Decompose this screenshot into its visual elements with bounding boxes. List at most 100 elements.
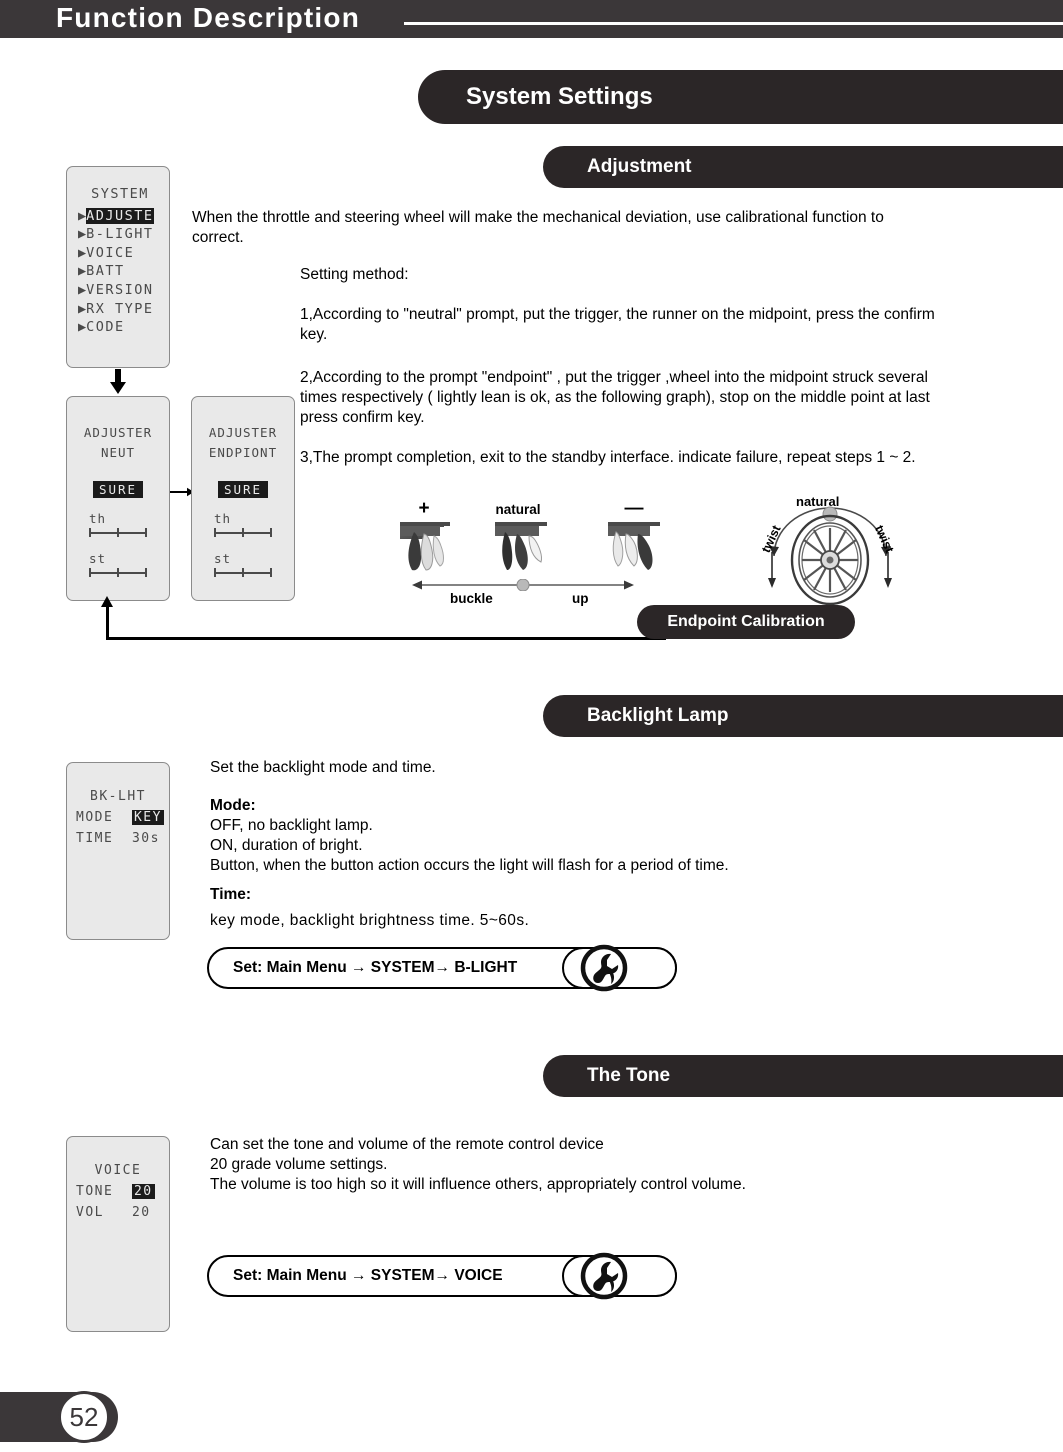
lcd-screen-system-menu: SYSTEM ▶ADJUSTE ▶B-LIGHT ▶VOICE ▶BATT ▶V… bbox=[66, 166, 170, 368]
lcd-system-item-voice[interactable]: ▶VOICE bbox=[67, 244, 169, 263]
lcd-system-item-batt-label: BATT bbox=[86, 263, 125, 280]
trigger-icon-natural bbox=[493, 520, 559, 580]
lcd-system-item-b-light-label: B-LIGHT bbox=[86, 226, 154, 243]
manual-page: Function Description System Settings Adj… bbox=[0, 0, 1063, 1452]
lcd-system-item-b-light[interactable]: ▶B-LIGHT bbox=[67, 225, 169, 244]
section-header-adjustment-label: Adjustment bbox=[587, 156, 692, 177]
set-path-backlight-label: Set: Main Menu → SYSTEM→ B-LIGHT bbox=[233, 959, 518, 976]
wrench-icon bbox=[580, 1252, 628, 1300]
section-header-system-settings-label: System Settings bbox=[466, 83, 653, 110]
lcd-system-item-version-label: VERSION bbox=[86, 281, 154, 298]
lcd-voice-vol-label: VOL bbox=[76, 1205, 104, 1220]
lcd-screen-adjuster-neutral: ADJUSTER NEUT SURE th st bbox=[66, 396, 170, 601]
lcd-adjuster-endpoint-subtitle: ENDPIONT bbox=[208, 445, 278, 460]
lcd-adjuster-neut-th-scale bbox=[89, 528, 147, 537]
backlight-mode-line-3: Button, when the button action occurs th… bbox=[210, 857, 729, 874]
lcd-system-item-voice-label: VOICE bbox=[86, 244, 135, 261]
lcd-system-item-adjuste-label: ADJUSTE bbox=[86, 207, 154, 224]
section-header-the-tone: The Tone bbox=[543, 1055, 1063, 1097]
adjustment-intro-text: When the throttle and steering wheel wil… bbox=[192, 209, 884, 246]
set-path-voice-button[interactable]: Set: Main Menu → SYSTEM→ VOICE bbox=[207, 1252, 677, 1300]
triangle-icon: ▶ bbox=[78, 319, 87, 336]
lcd-adjuster-neut-st-label: st bbox=[89, 551, 107, 566]
trigger-label-minus: — bbox=[624, 498, 644, 519]
flow-arrow-down-icon bbox=[108, 369, 128, 395]
flow-loop-vertical bbox=[106, 604, 109, 640]
lcd-adjuster-neut-st-scale bbox=[89, 568, 147, 577]
lcd-system-item-rx-type-label: RX TYPE bbox=[86, 300, 154, 317]
lcd-voice-vol-row[interactable]: VOL 20 bbox=[76, 1205, 169, 1220]
lcd-system-item-adjuste[interactable]: ▶ADJUSTE bbox=[67, 207, 169, 226]
section-header-the-tone-label: The Tone bbox=[587, 1065, 671, 1086]
tone-line-3: The volume is too high so it will influe… bbox=[210, 1176, 746, 1193]
lcd-system-item-batt[interactable]: ▶BATT bbox=[67, 262, 169, 281]
trigger-axis bbox=[412, 578, 634, 592]
set-path-voice-label: Set: Main Menu → SYSTEM→ VOICE bbox=[233, 1267, 503, 1284]
section-header-backlight-lamp: Backlight Lamp bbox=[543, 695, 1063, 737]
tone-text-block: Can set the tone and volume of the remot… bbox=[210, 1135, 930, 1195]
backlight-mode-line-1: OFF, no backlight lamp. bbox=[210, 817, 373, 834]
lcd-system-item-version[interactable]: ▶VERSION bbox=[67, 281, 169, 300]
trigger-label-buckle: buckle bbox=[450, 591, 493, 606]
flow-loop-arrowhead-icon bbox=[101, 596, 113, 607]
lcd-system-title: SYSTEM bbox=[91, 186, 149, 202]
lcd-screen-voice: VOICE TONE 20 VOL 20 bbox=[66, 1136, 170, 1332]
lcd-voice-tone-value: 20 bbox=[131, 1184, 155, 1199]
lcd-system-item-code[interactable]: ▶CODE bbox=[67, 318, 169, 337]
lcd-adjuster-endpoint-th-label: th bbox=[214, 511, 232, 526]
lcd-screen-adjuster-endpoint: ADJUSTER ENDPIONT SURE th st bbox=[191, 396, 295, 601]
lcd-backlight-time-label: TIME bbox=[76, 831, 114, 846]
steering-wheel-calibration-diagram: natural twist twist bbox=[752, 494, 908, 610]
lcd-screen-backlight: BK-LHT MODE KEY TIME 30s bbox=[66, 762, 170, 940]
lcd-backlight-mode-label: MODE bbox=[76, 810, 114, 825]
section-header-backlight-lamp-label: Backlight Lamp bbox=[587, 705, 729, 726]
tone-line-1: Can set the tone and volume of the remot… bbox=[210, 1136, 604, 1153]
lcd-voice-vol-value: 20 bbox=[131, 1205, 151, 1220]
header-rule bbox=[404, 22, 1063, 25]
trigger-label-up: up bbox=[572, 591, 589, 606]
flow-loop-horizontal bbox=[106, 637, 666, 640]
triangle-icon: ▶ bbox=[78, 263, 87, 280]
lcd-system-item-rx-type[interactable]: ▶RX TYPE bbox=[67, 300, 169, 319]
backlight-mode-line-2: ON, duration of bright. bbox=[210, 837, 363, 854]
lcd-adjuster-neut-sure-label: SURE bbox=[92, 481, 144, 498]
lcd-voice-tone-row[interactable]: TONE 20 bbox=[76, 1184, 169, 1199]
lcd-backlight-time-row[interactable]: TIME 30s bbox=[76, 831, 169, 846]
lcd-adjuster-neut-sure-button[interactable]: SURE bbox=[67, 481, 169, 498]
triangle-icon: ▶ bbox=[78, 226, 87, 243]
triangle-icon: ▶ bbox=[78, 300, 87, 317]
lcd-adjuster-endpoint-sure-button[interactable]: SURE bbox=[192, 481, 294, 498]
lcd-voice-tone-label: TONE bbox=[76, 1184, 114, 1199]
adjustment-step-1: 1,According to "neutral" prompt, put the… bbox=[300, 306, 935, 343]
lcd-adjuster-endpoint-th-scale bbox=[214, 528, 272, 537]
trigger-label-plus: + bbox=[418, 498, 430, 519]
lcd-adjuster-endpoint-title: ADJUSTER bbox=[208, 425, 278, 440]
lcd-voice-title: VOICE bbox=[94, 1163, 142, 1178]
triangle-icon: ▶ bbox=[78, 244, 87, 261]
lcd-adjuster-endpoint-st-label: st bbox=[214, 551, 232, 566]
backlight-intro-text: Set the backlight mode and time. bbox=[210, 759, 436, 776]
adjustment-step-2: 2,According to the prompt "endpoint" , p… bbox=[300, 369, 930, 426]
trigger-label-natural: natural bbox=[495, 502, 541, 517]
wrench-icon bbox=[580, 944, 628, 992]
triangle-icon: ▶ bbox=[78, 281, 87, 298]
lcd-backlight-title: BK-LHT bbox=[90, 789, 146, 804]
lcd-adjuster-neut-title: ADJUSTER bbox=[83, 425, 153, 440]
lcd-backlight-mode-row[interactable]: MODE KEY bbox=[76, 810, 169, 825]
trigger-calibration-diagram: + natural — buckle up bbox=[390, 498, 690, 608]
trigger-icon-plus bbox=[398, 520, 464, 580]
set-path-backlight-button[interactable]: Set: Main Menu → SYSTEM→ B-LIGHT bbox=[207, 944, 677, 992]
endpoint-calibration-badge: Endpoint Calibration bbox=[637, 605, 855, 639]
lcd-adjuster-neut-subtitle: NEUT bbox=[100, 445, 136, 460]
section-header-adjustment: Adjustment bbox=[543, 146, 1063, 188]
backlight-time-heading: Time: bbox=[210, 886, 252, 903]
backlight-mode-heading: Mode: bbox=[210, 797, 256, 814]
page-number: 52 bbox=[58, 1391, 110, 1443]
lcd-adjuster-endpoint-st-scale bbox=[214, 568, 272, 577]
adjustment-setting-method-label: Setting method: bbox=[300, 266, 409, 283]
page-title: Function Description bbox=[56, 2, 360, 33]
lcd-backlight-mode-value: KEY bbox=[131, 810, 164, 825]
section-header-system-settings: System Settings bbox=[418, 70, 1063, 124]
lcd-adjuster-endpoint-sure-label: SURE bbox=[217, 481, 269, 498]
lcd-backlight-time-value: 30s bbox=[131, 831, 160, 846]
